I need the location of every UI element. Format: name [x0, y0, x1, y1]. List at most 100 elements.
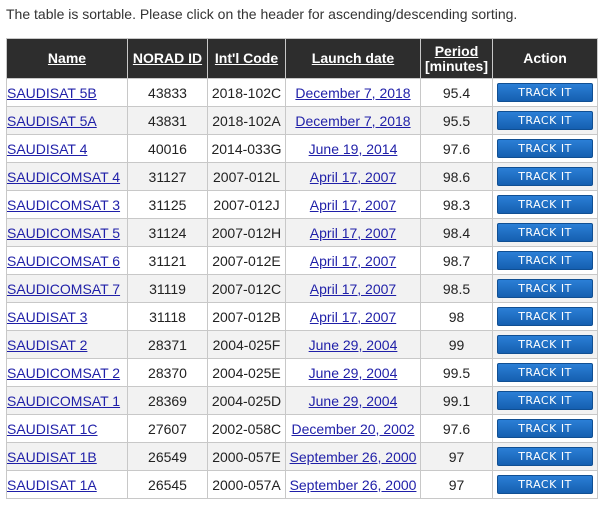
table-row: SAUDISAT 5B 43833 2018-102C December 7, 201… — [6, 78, 598, 107]
cell-action: TRACK IT — [492, 442, 598, 471]
launch-date-link[interactable]: June 19, 2014 — [309, 141, 398, 157]
track-it-button[interactable]: TRACK IT — [497, 195, 593, 214]
satellite-name-link[interactable]: SAUDISAT 4 — [8, 141, 88, 157]
action-header-label: Action — [523, 50, 567, 66]
header-norad-id[interactable]: NORAD ID — [127, 38, 208, 79]
track-it-button[interactable]: TRACK IT — [497, 447, 593, 466]
table-row: SAUDISAT 2 28371 2004-025F June 29, 2004 99 T… — [6, 330, 598, 359]
launch-date-link[interactable]: June 29, 2004 — [309, 365, 398, 381]
track-it-button[interactable]: TRACK IT — [497, 167, 593, 186]
cell-name: SAUDISAT 5B — [6, 78, 128, 107]
launch-date-link[interactable]: June 29, 2004 — [309, 393, 398, 409]
cell-intl-code: 2000-057E — [207, 442, 286, 471]
track-it-button[interactable]: TRACK IT — [497, 307, 593, 326]
launch-date-link[interactable]: April 17, 2007 — [310, 169, 396, 185]
sort-norad-id-link[interactable]: NORAD ID — [133, 50, 202, 66]
launch-date-link[interactable]: September 26, 2000 — [290, 449, 417, 465]
header-name[interactable]: Name — [6, 38, 128, 79]
cell-norad-id: 31124 — [127, 218, 208, 247]
table-row: SAUDISAT 1A 26545 2000-057A September 26, 2… — [6, 470, 598, 499]
intl-code-value: 2007-012B — [212, 308, 281, 325]
header-intl-code[interactable]: Int'l Code — [207, 38, 286, 79]
satellite-name-link[interactable]: SAUDICOMSAT 2 — [8, 365, 121, 381]
period-value: 98.6 — [442, 168, 471, 185]
cell-name: SAUDISAT 1A — [6, 470, 128, 499]
track-it-button[interactable]: TRACK IT — [497, 335, 593, 354]
intl-code-value: 2004-025F — [212, 336, 281, 353]
track-it-button[interactable]: TRACK IT — [497, 83, 593, 102]
cell-launch-date: April 17, 2007 — [285, 218, 421, 247]
track-it-button[interactable]: TRACK IT — [497, 139, 593, 158]
cell-name: SAUDICOMSAT 3 — [6, 190, 128, 219]
track-it-button[interactable]: TRACK IT — [497, 111, 593, 130]
satellite-name-link[interactable]: SAUDICOMSAT 4 — [8, 169, 121, 185]
table-row: SAUDICOMSAT 5 31124 2007-012H April 17, 200… — [6, 218, 598, 247]
cell-launch-date: April 17, 2007 — [285, 274, 421, 303]
satellite-name-link[interactable]: SAUDICOMSAT 6 — [8, 253, 121, 269]
launch-date-link[interactable]: September 26, 2000 — [290, 477, 417, 493]
track-it-button[interactable]: TRACK IT — [497, 475, 593, 494]
track-it-button[interactable]: TRACK IT — [497, 419, 593, 438]
track-it-button[interactable]: TRACK IT — [497, 223, 593, 242]
track-it-button[interactable]: TRACK IT — [497, 391, 593, 410]
satellite-name-link[interactable]: SAUDISAT 2 — [8, 337, 88, 353]
satellite-name-link[interactable]: SAUDICOMSAT 3 — [8, 197, 121, 213]
satellite-name-link[interactable]: SAUDICOMSAT 7 — [8, 281, 121, 297]
track-it-button[interactable]: TRACK IT — [497, 279, 593, 298]
launch-date-link[interactable]: April 17, 2007 — [310, 281, 396, 297]
norad-id-value: 31125 — [148, 196, 187, 213]
launch-date-link[interactable]: April 17, 2007 — [310, 197, 396, 213]
cell-name: SAUDISAT 4 — [6, 134, 128, 163]
cell-name: SAUDISAT 3 — [6, 302, 128, 331]
satellite-name-link[interactable]: SAUDICOMSAT 5 — [8, 225, 121, 241]
cell-period: 98.7 — [420, 246, 493, 275]
norad-id-value: 27607 — [148, 420, 187, 437]
intl-code-value: 2007-012H — [211, 224, 282, 241]
track-it-button[interactable]: TRACK IT — [497, 251, 593, 270]
cell-action: TRACK IT — [492, 330, 598, 359]
cell-intl-code: 2000-057A — [207, 470, 286, 499]
cell-period: 95.5 — [420, 106, 493, 135]
launch-date-link[interactable]: June 29, 2004 — [309, 337, 398, 353]
intl-code-value: 2004-025E — [212, 364, 281, 381]
launch-date-link[interactable]: December 7, 2018 — [295, 113, 410, 129]
track-it-button[interactable]: TRACK IT — [497, 363, 593, 382]
cell-intl-code: 2007-012B — [207, 302, 286, 331]
cell-name: SAUDICOMSAT 1 — [6, 386, 128, 415]
table-row: SAUDICOMSAT 7 31119 2007-012C April 17, 200… — [6, 274, 598, 303]
intl-code-value: 2018-102A — [212, 112, 281, 129]
cell-launch-date: April 17, 2007 — [285, 302, 421, 331]
satellite-name-link[interactable]: SAUDISAT 1B — [8, 449, 97, 465]
cell-action: TRACK IT — [492, 470, 598, 499]
cell-action: TRACK IT — [492, 246, 598, 275]
satellite-name-link[interactable]: SAUDISAT 1A — [8, 477, 97, 493]
launch-date-link[interactable]: April 17, 2007 — [310, 253, 396, 269]
period-unit-label: [minutes] — [425, 57, 488, 74]
norad-id-value: 40016 — [148, 140, 187, 157]
satellite-name-link[interactable]: SAUDISAT 5B — [8, 85, 97, 101]
cell-intl-code: 2004-025E — [207, 358, 286, 387]
cell-norad-id: 40016 — [127, 134, 208, 163]
cell-period: 97 — [420, 470, 493, 499]
satellite-name-link[interactable]: SAUDICOMSAT 1 — [8, 393, 121, 409]
table-row: SAUDISAT 4 40016 2014-033G June 19, 2014 97.… — [6, 134, 598, 163]
header-period[interactable]: Period [minutes] — [420, 38, 493, 79]
sort-period-link[interactable]: Period — [435, 43, 479, 59]
cell-action: TRACK IT — [492, 162, 598, 191]
cell-norad-id: 31127 — [127, 162, 208, 191]
sort-intl-code-link[interactable]: Int'l Code — [215, 50, 278, 66]
cell-period: 97 — [420, 442, 493, 471]
launch-date-link[interactable]: December 7, 2018 — [295, 85, 410, 101]
cell-launch-date: June 29, 2004 — [285, 330, 421, 359]
satellite-name-link[interactable]: SAUDISAT 3 — [8, 309, 88, 325]
period-value: 99 — [448, 336, 465, 353]
satellite-name-link[interactable]: SAUDISAT 1C — [8, 421, 98, 437]
satellite-name-link[interactable]: SAUDISAT 5A — [8, 113, 97, 129]
table-row: SAUDICOMSAT 6 31121 2007-012E April 17, 200… — [6, 246, 598, 275]
sort-launch-date-link[interactable]: Launch date — [312, 50, 394, 66]
launch-date-link[interactable]: April 17, 2007 — [310, 309, 396, 325]
launch-date-link[interactable]: December 20, 2002 — [292, 421, 415, 437]
launch-date-link[interactable]: April 17, 2007 — [310, 225, 396, 241]
sort-name-link[interactable]: Name — [48, 50, 86, 66]
header-launch-date[interactable]: Launch date — [285, 38, 421, 79]
